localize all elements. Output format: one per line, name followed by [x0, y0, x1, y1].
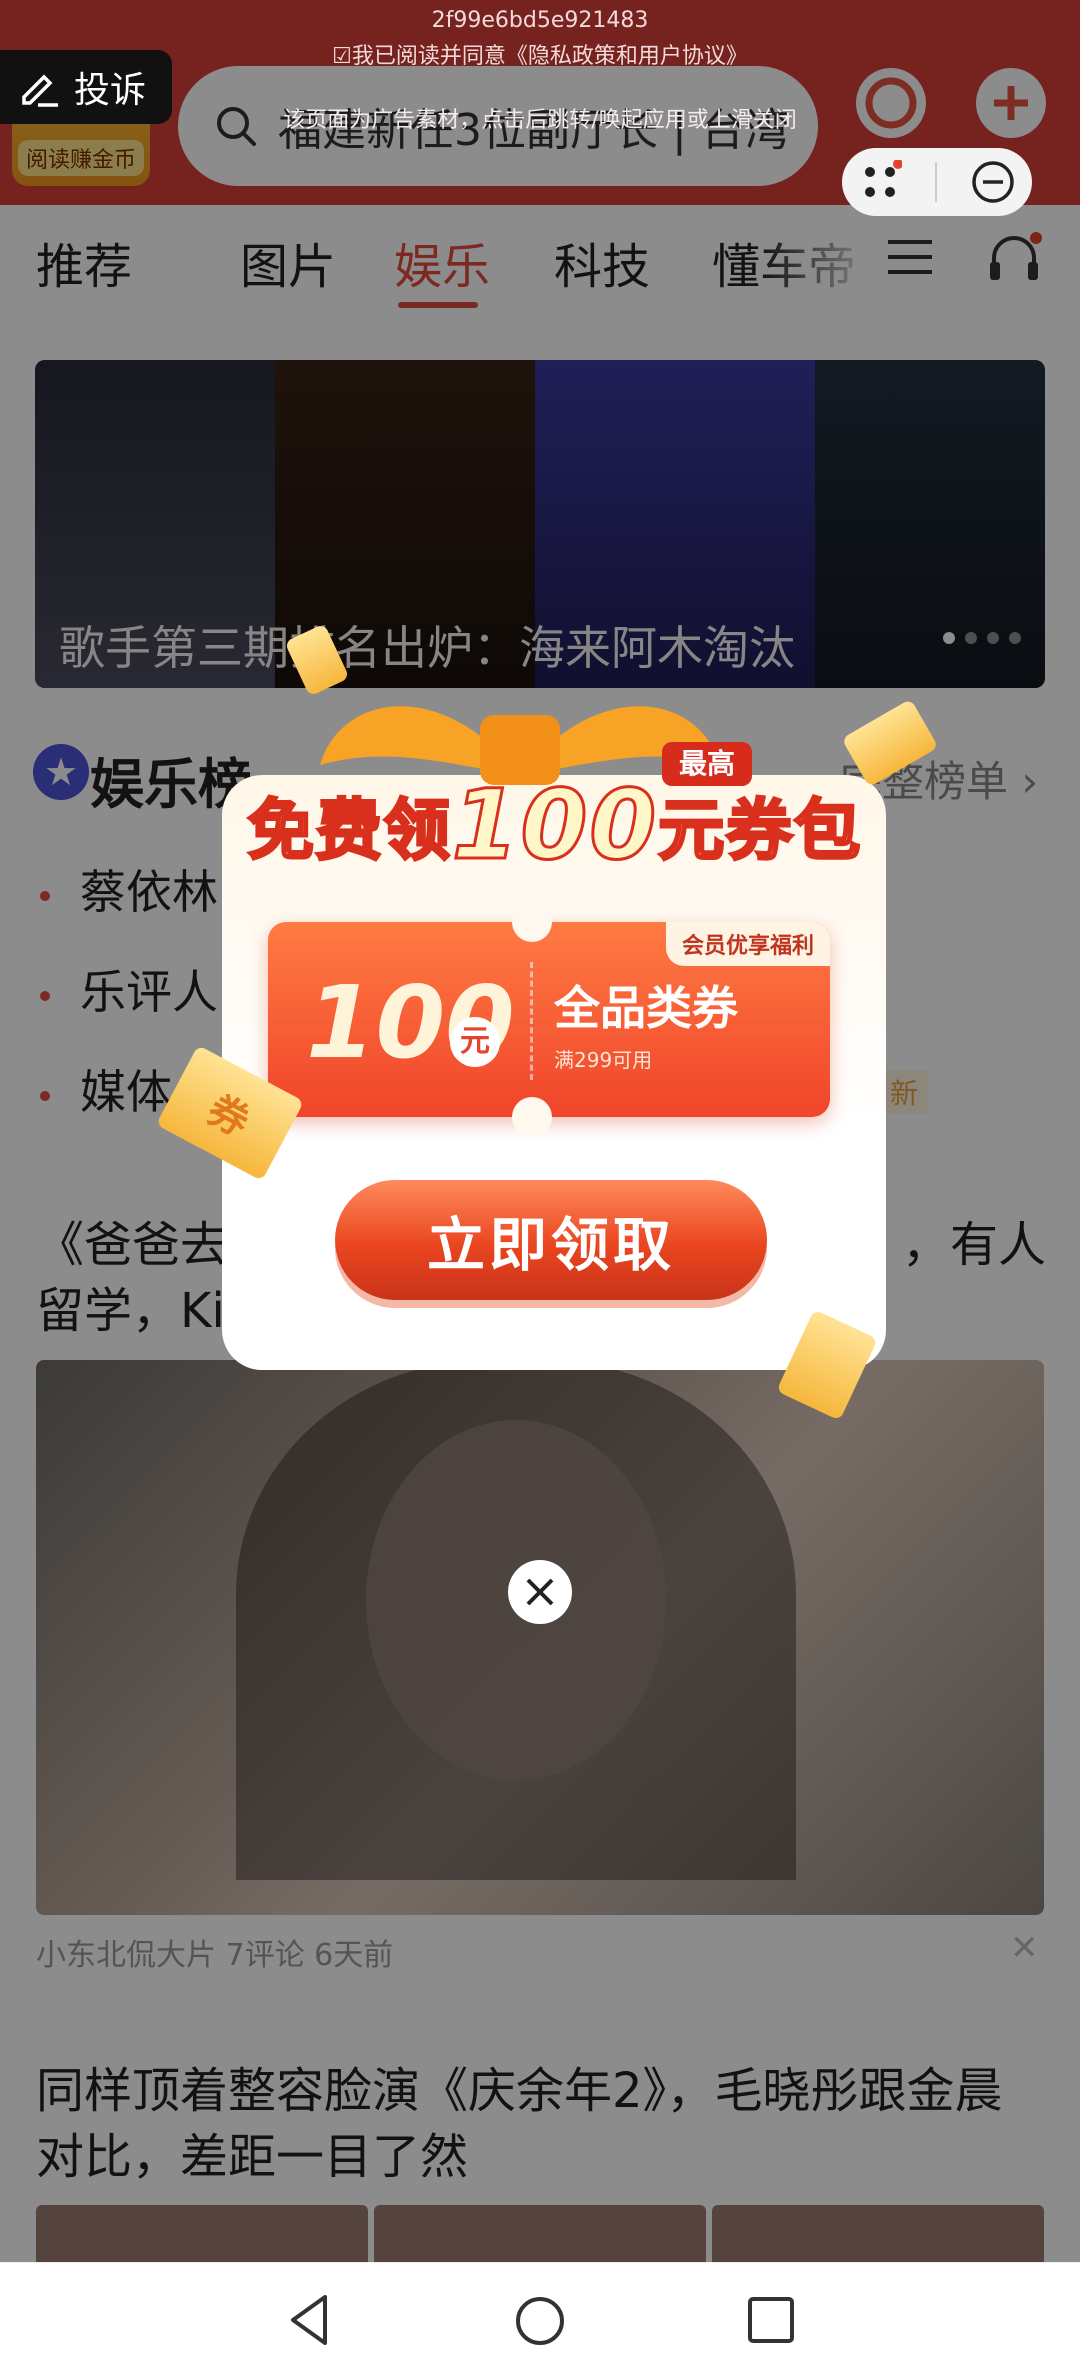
report-label: 投诉: [74, 70, 147, 111]
max-badge: 最高: [662, 742, 752, 786]
coupon-card[interactable]: 100 元 全品类券 满299可用 会员优享福利: [268, 902, 830, 1137]
floating-window-controls: [842, 148, 1032, 216]
coupon-unit: 元: [450, 1017, 500, 1067]
pencil-icon: [22, 74, 58, 107]
minimize-icon[interactable]: [970, 159, 1016, 205]
recents-icon[interactable]: [746, 2295, 796, 2345]
coupon-perk-tag: 会员优享福利: [665, 922, 830, 966]
back-icon[interactable]: [285, 2293, 335, 2347]
claim-now-button[interactable]: 立即领取: [335, 1180, 767, 1300]
close-icon: [526, 1578, 554, 1606]
popup-heading: 免费领 100 元券包: [246, 768, 863, 883]
more-dots-icon[interactable]: [858, 160, 903, 204]
report-button[interactable]: 投诉: [0, 50, 172, 124]
coupon-type: 全品类券: [554, 981, 738, 1035]
system-nav-bar: [0, 2262, 1080, 2377]
home-icon[interactable]: [514, 2295, 566, 2347]
coupon-condition: 满299可用: [554, 1048, 653, 1072]
close-popup-button[interactable]: [508, 1560, 572, 1624]
ad-id-text: 2f99e6bd5e921483: [431, 8, 649, 33]
